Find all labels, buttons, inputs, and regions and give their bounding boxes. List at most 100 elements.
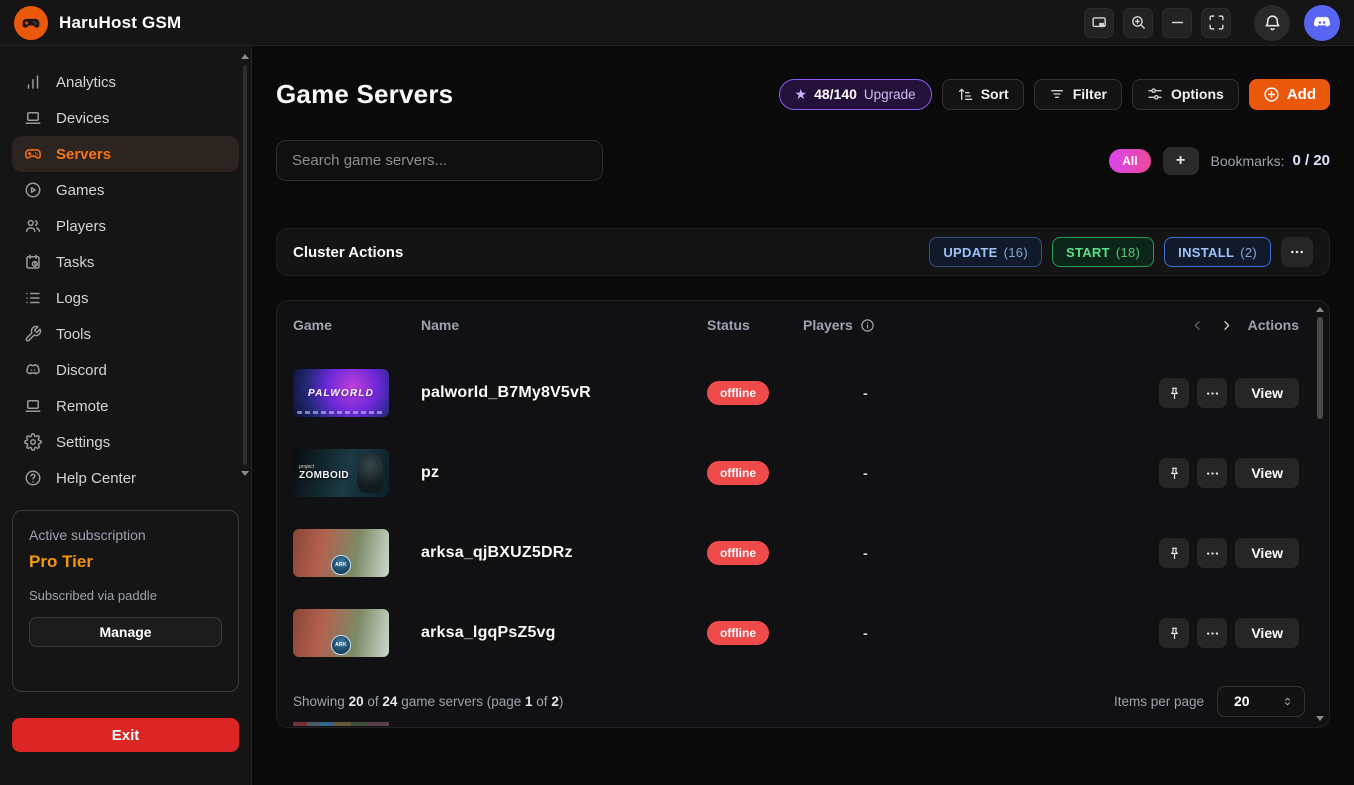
- pushpin-icon: [1167, 466, 1182, 481]
- scrollbar-thumb[interactable]: [1317, 317, 1323, 419]
- sidebar-nav: Analytics Devices Servers Games Players …: [12, 64, 239, 496]
- pin-button[interactable]: [1159, 538, 1189, 568]
- topbar-actions: [1084, 5, 1340, 41]
- row-more-button[interactable]: [1197, 378, 1227, 408]
- sidebar-item-label: Discord: [56, 362, 107, 379]
- items-per-page-select[interactable]: 20: [1217, 686, 1305, 717]
- sort-label: Sort: [981, 86, 1009, 102]
- sidebar-item-settings[interactable]: Settings: [12, 424, 239, 460]
- zoom-in-button[interactable]: [1123, 8, 1153, 38]
- header-actions: ★ 48/140 Upgrade Sort Filter Options: [779, 79, 1330, 110]
- sidebar-item-label: Servers: [56, 146, 111, 163]
- cluster-start-button[interactable]: START (18): [1052, 237, 1154, 267]
- column-players: Players: [803, 317, 1073, 333]
- add-bookmark-button[interactable]: +: [1163, 147, 1199, 175]
- sidebar-item-devices[interactable]: Devices: [12, 100, 239, 136]
- gear-icon: [24, 433, 42, 451]
- sidebar-item-servers[interactable]: Servers: [12, 136, 239, 172]
- cluster-more-button[interactable]: [1281, 237, 1313, 267]
- game-art-ark: ARK: [293, 609, 389, 657]
- sidebar-item-label: Games: [56, 182, 104, 199]
- sidebar-item-analytics[interactable]: Analytics: [12, 64, 239, 100]
- sidebar-item-games[interactable]: Games: [12, 172, 239, 208]
- add-server-button[interactable]: Add: [1249, 79, 1330, 110]
- row-actions: View: [1073, 618, 1313, 648]
- scroll-up-icon[interactable]: [241, 54, 249, 59]
- page-title: Game Servers: [276, 79, 453, 110]
- table-footer: Showing 20 of 24 game servers (page 1 of…: [277, 681, 1329, 721]
- update-count: (16): [1004, 245, 1028, 260]
- subscription-tier: Pro Tier: [29, 552, 222, 572]
- row-actions: View: [1073, 458, 1313, 488]
- sidebar-scrollbar[interactable]: [241, 54, 249, 495]
- row-more-button[interactable]: [1197, 538, 1227, 568]
- upgrade-count: 48/140: [814, 86, 857, 102]
- picture-in-picture-button[interactable]: [1084, 8, 1114, 38]
- table-row: PALWORLD palworld_B7My8V5vR offline - Vi…: [277, 353, 1329, 433]
- discord-icon: [1311, 12, 1333, 34]
- table-row: project ZOMBOID pz offline - View: [277, 433, 1329, 513]
- players-count: -: [803, 465, 1073, 481]
- status-badge: offline: [707, 621, 769, 645]
- pin-button[interactable]: [1159, 458, 1189, 488]
- bookmarks-label: Bookmarks:: [1211, 153, 1285, 169]
- cluster-install-button[interactable]: INSTALL (2): [1164, 237, 1271, 267]
- pin-button[interactable]: [1159, 618, 1189, 648]
- sidebar-item-label: Analytics: [56, 74, 116, 91]
- row-actions: View: [1073, 378, 1313, 408]
- exit-button[interactable]: Exit: [12, 718, 239, 752]
- columns-prev-button[interactable]: [1190, 318, 1205, 333]
- sidebar-item-help-center[interactable]: Help Center: [12, 460, 239, 496]
- scroll-down-icon[interactable]: [1316, 716, 1324, 721]
- notifications-bell-button[interactable]: [1254, 5, 1290, 41]
- update-label: UPDATE: [943, 245, 997, 260]
- filter-button[interactable]: Filter: [1034, 79, 1122, 110]
- scroll-down-icon[interactable]: [241, 471, 249, 476]
- laptop-icon: [24, 397, 42, 415]
- sidebar-item-tools[interactable]: Tools: [12, 316, 239, 352]
- columns-next-button[interactable]: [1219, 318, 1234, 333]
- view-button[interactable]: View: [1235, 378, 1299, 408]
- players-count: -: [803, 545, 1073, 561]
- scrollbar-thumb[interactable]: [243, 65, 247, 465]
- users-icon: [24, 217, 42, 235]
- upgrade-button[interactable]: ★ 48/140 Upgrade: [779, 79, 932, 110]
- bookmark-filter-all-button[interactable]: All: [1109, 149, 1150, 173]
- info-icon[interactable]: [860, 318, 875, 333]
- fullscreen-button[interactable]: [1201, 8, 1231, 38]
- view-button[interactable]: View: [1235, 458, 1299, 488]
- scroll-up-icon[interactable]: [1316, 307, 1324, 312]
- options-button[interactable]: Options: [1132, 79, 1239, 110]
- sidebar-item-label: Players: [56, 218, 106, 235]
- calendar-clock-icon: [24, 253, 42, 271]
- sidebar-item-remote[interactable]: Remote: [12, 388, 239, 424]
- sidebar-item-label: Help Center: [56, 470, 136, 487]
- table-row: ARK arksa_lgqPsZ5vg offline - View: [277, 593, 1329, 673]
- row-more-button[interactable]: [1197, 618, 1227, 648]
- sidebar-item-players[interactable]: Players: [12, 208, 239, 244]
- table-rows: PALWORLD palworld_B7My8V5vR offline - Vi…: [277, 349, 1329, 673]
- view-button[interactable]: View: [1235, 538, 1299, 568]
- column-actions: Actions: [1073, 317, 1313, 333]
- status-badge: offline: [707, 541, 769, 565]
- subscription-card: Active subscription Pro Tier Subscribed …: [12, 510, 239, 692]
- pushpin-icon: [1167, 626, 1182, 641]
- subscription-provider: Subscribed via paddle: [29, 588, 222, 603]
- search-input[interactable]: [276, 140, 603, 181]
- sort-button[interactable]: Sort: [942, 79, 1024, 110]
- sidebar-item-discord[interactable]: Discord: [12, 352, 239, 388]
- filter-label: Filter: [1073, 86, 1107, 102]
- manage-subscription-button[interactable]: Manage: [29, 617, 222, 647]
- minimize-button[interactable]: [1162, 8, 1192, 38]
- view-button[interactable]: View: [1235, 618, 1299, 648]
- row-actions: View: [1073, 538, 1313, 568]
- sidebar-item-label: Tasks: [56, 254, 94, 271]
- sidebar-item-logs[interactable]: Logs: [12, 280, 239, 316]
- sidebar-item-label: Logs: [56, 290, 89, 307]
- cluster-update-button[interactable]: UPDATE (16): [929, 237, 1042, 267]
- table-scrollbar[interactable]: [1315, 307, 1325, 721]
- pin-button[interactable]: [1159, 378, 1189, 408]
- sidebar-item-tasks[interactable]: Tasks: [12, 244, 239, 280]
- discord-button[interactable]: [1304, 5, 1340, 41]
- row-more-button[interactable]: [1197, 458, 1227, 488]
